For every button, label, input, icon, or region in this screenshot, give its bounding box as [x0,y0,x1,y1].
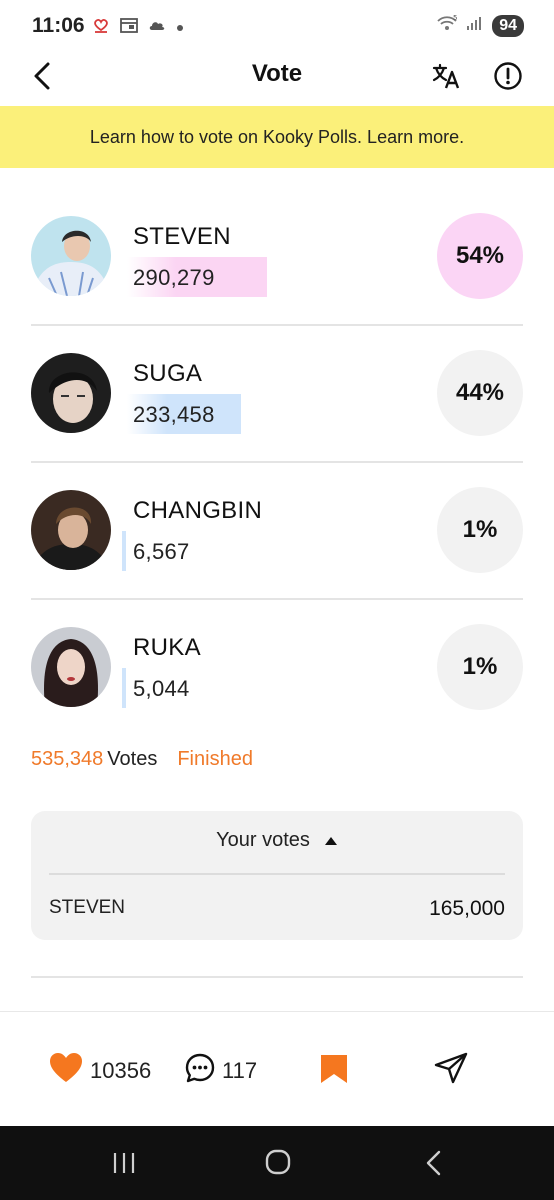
signal-icon [466,15,484,36]
wifi-icon: 5 [436,14,458,37]
your-votes-toggle[interactable]: Your votes [31,829,523,852]
percent-badge: 44% [437,350,523,436]
like-count: 10356 [90,1057,152,1083]
home-icon[interactable] [264,1148,292,1181]
comment-button[interactable]: 117 [184,1052,257,1089]
share-icon[interactable] [434,1052,468,1089]
cloud-icon [148,18,166,37]
system-nav-bar [0,1126,554,1200]
app-bar: Vote [0,52,554,106]
bookmark-icon[interactable] [320,1054,348,1089]
calendar-icon [120,17,138,38]
heart-icon [48,1052,84,1089]
notification-icon [92,17,110,38]
your-vote-name: STEVEN [49,897,126,918]
learn-more-banner[interactable]: Learn how to vote on Kooky Polls. Learn … [0,106,554,168]
divider [49,873,505,875]
avatar [31,353,111,433]
page-title: Vote [251,60,303,87]
battery-icon: 94 [492,14,524,37]
percent-badge: 54% [437,213,523,299]
candidate-row-ruka[interactable]: RUKA 5,044 1% [31,600,523,737]
candidate-votes: 6,567 [133,539,190,564]
action-bar: 10356 117 [0,1012,554,1126]
vote-summary: 535,348 Votes Finished [31,748,253,771]
status-bar: 11:06 5 94 [0,0,554,52]
avatar [31,627,111,707]
recent-apps-icon[interactable] [111,1150,137,1181]
like-button[interactable]: 10356 [48,1052,151,1089]
info-icon[interactable] [492,60,524,92]
divider [31,976,523,978]
vote-bar [122,531,126,571]
candidate-row-changbin[interactable]: CHANGBIN 6,567 1% [31,463,523,600]
comment-icon [184,1052,216,1089]
total-votes: 535,348 [31,748,104,770]
poll-status: Finished [177,748,253,770]
votes-label: Votes [107,748,158,770]
candidate-votes: 233,458 [133,402,215,427]
your-vote-count: 165,000 [429,897,505,920]
candidate-name: CHANGBIN [133,497,263,524]
your-votes-panel: Your votes STEVEN 165,000 [31,811,523,940]
svg-text:5: 5 [453,14,457,22]
candidate-name: STEVEN [133,223,231,250]
vote-bar [122,668,126,708]
percent-badge: 1% [437,487,523,573]
nav-back-icon[interactable] [424,1150,444,1181]
your-votes-title: Your votes [216,829,310,851]
candidate-name: SUGA [133,360,203,387]
candidate-name: RUKA [133,634,201,661]
status-time: 11:06 [32,14,85,37]
comment-count: 117 [222,1057,258,1083]
translate-icon[interactable] [430,60,462,92]
percent-badge: 1% [437,624,523,710]
candidate-votes: 5,044 [133,676,190,701]
avatar [31,490,111,570]
candidate-row-suga[interactable]: SUGA 233,458 44% [31,326,523,463]
caret-up-icon [324,829,338,852]
candidate-row-steven[interactable]: STEVEN 290,279 54% [31,189,523,326]
avatar [31,216,111,296]
candidate-votes: 290,279 [133,265,215,290]
dot-icon [176,19,184,37]
